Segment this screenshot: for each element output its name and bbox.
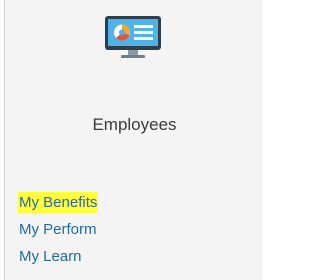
my-perform-link[interactable]: My Perform (18, 219, 98, 240)
list-item: My Learn (18, 243, 98, 270)
tile-title: Employees (92, 115, 177, 134)
list-item: My Perform (18, 216, 98, 243)
monitor-chart-icon (105, 16, 161, 58)
my-learn-link[interactable]: My Learn (18, 246, 83, 267)
employee-links-list: My Benefits My Perform My Learn (18, 189, 99, 270)
my-benefits-link[interactable]: My Benefits (18, 192, 99, 213)
employees-tile: Employees My Benefits My Perform My Lear… (4, 0, 263, 280)
list-item: My Benefits (18, 189, 99, 216)
